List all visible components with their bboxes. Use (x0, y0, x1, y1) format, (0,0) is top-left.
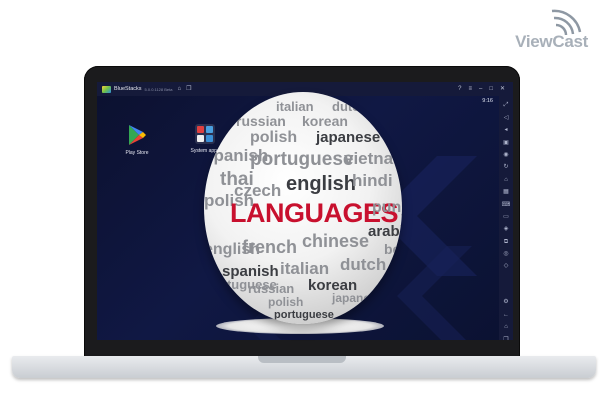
globe-word: portuguese (274, 309, 334, 321)
globe-word: japanese (332, 291, 384, 305)
globe-word: bengali (384, 241, 402, 257)
minimize-icon[interactable]: – (479, 85, 482, 93)
globe-word: japanese (316, 129, 381, 146)
menu-icon[interactable]: ≡ (468, 85, 472, 93)
close-icon[interactable]: ✕ (500, 85, 505, 93)
help-icon[interactable]: ? (458, 85, 461, 93)
screenshot-icon[interactable]: ◉ (503, 152, 508, 158)
rotate-icon[interactable]: ↻ (503, 164, 508, 170)
multi-instance-icon[interactable]: ❐ (186, 86, 191, 92)
globe-word: polish (268, 295, 304, 309)
globe-word: korean (302, 113, 348, 129)
home-icon[interactable]: ⌂ (177, 86, 181, 92)
globe-word: dutch (340, 255, 387, 274)
globe-word: portuguese (250, 149, 354, 170)
eco-icon[interactable]: ◎ (503, 251, 508, 257)
layers-icon[interactable]: ◇ (504, 263, 509, 269)
macro-icon[interactable]: ▦ (503, 189, 509, 195)
media-icon[interactable]: ▣ (503, 140, 509, 146)
system-apps-icon (195, 124, 215, 144)
app-name: BlueStacks (114, 86, 142, 92)
globe-word: italian (280, 259, 330, 278)
restore-icon[interactable]: □ (489, 85, 493, 93)
folder-icon[interactable]: ▭ (503, 214, 509, 220)
window-controls: ? ≡ – □ ✕ (458, 85, 505, 93)
app-version: 5.0.0.1128 Beta (144, 86, 173, 92)
app-label: Play Store (125, 150, 149, 156)
play-store-app[interactable]: Play Store (117, 124, 157, 156)
globe-word: vietnamese (344, 149, 402, 168)
volume-up-icon[interactable]: ◁ (504, 115, 509, 121)
volume-down-icon[interactable]: ◂ (504, 127, 507, 133)
laptop-base-notch (258, 356, 346, 363)
shake-icon[interactable]: ⌂ (504, 177, 508, 183)
globe-word: russian (236, 113, 286, 129)
globe-word: russian (248, 281, 295, 296)
globe-word: punjabi (372, 199, 402, 216)
recents-icon[interactable]: ❐ (503, 337, 508, 340)
play-store-icon (129, 125, 146, 145)
settings-icon[interactable]: ⚙ (503, 299, 508, 305)
right-sidebar: ⤢ ◁ ◂ ▣ ◉ ↻ ⌂ ▦ ⌨ ▭ ◈ ⧉ ◎ ◇ ⚙ ← ⌂ ❐ (499, 96, 513, 340)
bluestacks-logo-icon (102, 85, 111, 93)
clock: 9:16 (482, 98, 493, 104)
viewcast-watermark: ViewCast (498, 8, 588, 53)
languages-globe: italian dutch russian korean japanese po… (204, 92, 402, 324)
fullscreen-icon[interactable]: ⤢ (504, 102, 509, 108)
copy-icon[interactable]: ⧉ (504, 239, 508, 245)
globe-word: dutch (332, 99, 368, 114)
globe-word: arabic (368, 223, 402, 240)
globe-word: polish (250, 129, 298, 146)
globe-word: french (242, 237, 298, 257)
globe-word: italian (276, 99, 314, 114)
globe-word: english (286, 173, 357, 195)
globe-word: chinese (302, 231, 370, 251)
back-icon[interactable]: ← (503, 312, 509, 318)
home-icon[interactable]: ⌂ (504, 324, 508, 330)
keyboard-icon[interactable]: ⌨ (502, 202, 511, 208)
globe-word: hindi (352, 171, 393, 190)
location-icon[interactable]: ◈ (504, 226, 509, 232)
watermark-text: ViewCast (515, 32, 588, 51)
